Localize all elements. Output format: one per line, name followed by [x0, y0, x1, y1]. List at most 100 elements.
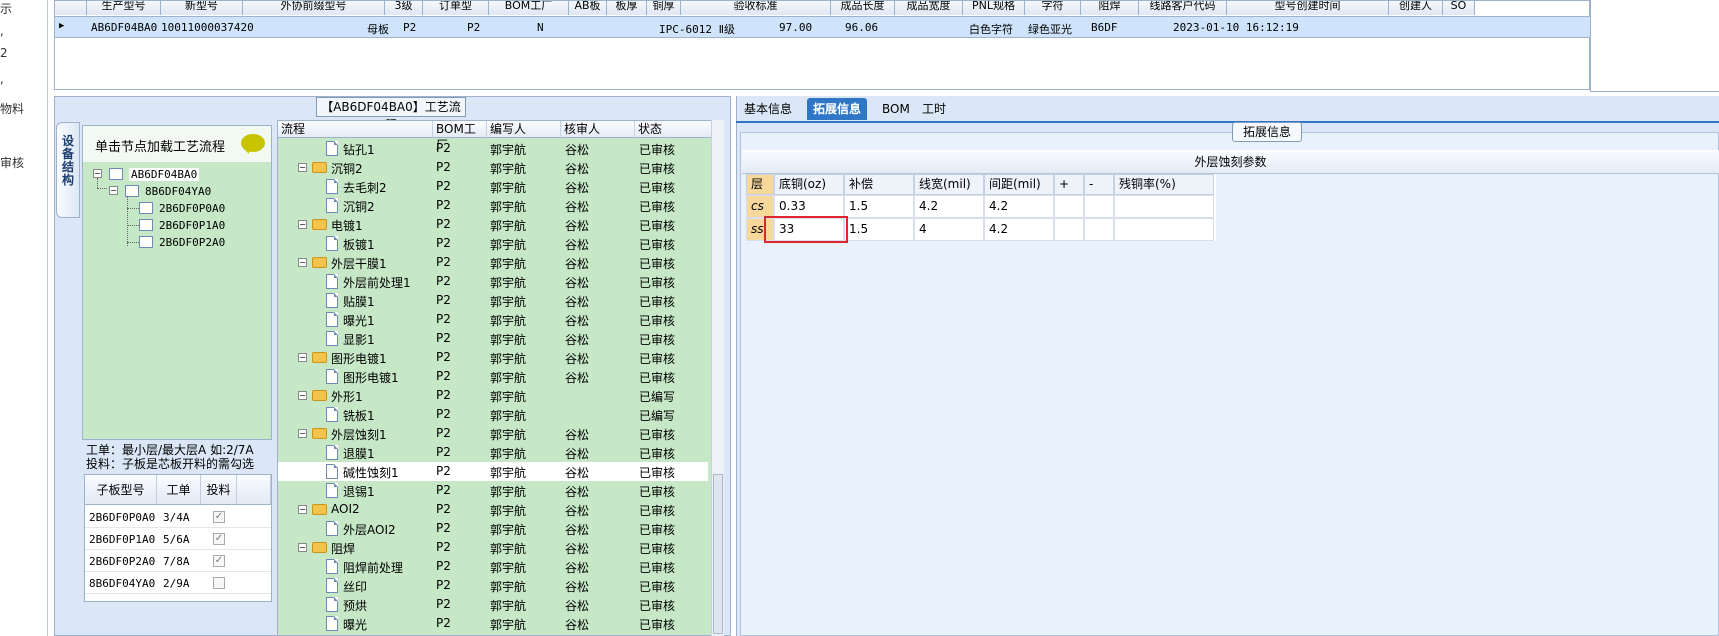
- flow-row[interactable]: − 外层蚀刻1 P2 郭宇航 谷松 已审核: [278, 424, 708, 443]
- column-header[interactable]: 核审人: [561, 121, 635, 138]
- etch-cell[interactable]: 4.2: [984, 195, 1054, 218]
- flow-row[interactable]: 曝光1 P2 郭宇航 谷松 已审核: [278, 310, 708, 329]
- collapse-icon[interactable]: −: [93, 169, 102, 178]
- etch-cell[interactable]: [1114, 218, 1214, 241]
- collapse-icon[interactable]: −: [298, 220, 307, 229]
- column-header[interactable]: 子板型号: [85, 475, 157, 505]
- etch-cell[interactable]: 4: [914, 218, 984, 241]
- left-nav-item[interactable]: 物料: [0, 100, 24, 117]
- tree-node[interactable]: 2B6DF0P1A0: [159, 219, 225, 232]
- grid-cell[interactable]: IPC-6012 Ⅱ级: [659, 21, 735, 37]
- grid-cell[interactable]: B6DF: [1091, 21, 1118, 34]
- collapse-icon[interactable]: −: [298, 353, 307, 362]
- table-cell[interactable]: 8B6DF04YA0: [89, 577, 155, 590]
- etch-cell[interactable]: [1114, 195, 1214, 218]
- grid-cell[interactable]: N: [537, 21, 544, 34]
- grid-cell[interactable]: 母板: [367, 21, 389, 37]
- column-header[interactable]: 间距(mil): [984, 174, 1054, 195]
- flow-row[interactable]: 铣板1 P2 郭宇航 已编写: [278, 405, 708, 424]
- grid-cell[interactable]: 96.06: [845, 21, 878, 34]
- tab-bom[interactable]: BOM: [876, 98, 916, 120]
- flow-row[interactable]: 板镀1 P2 郭宇航 谷松 已审核: [278, 234, 708, 253]
- etch-cell[interactable]: 4.2: [984, 218, 1054, 241]
- flow-row[interactable]: 图形电镀1 P2 郭宇航 谷松 已审核: [278, 367, 708, 386]
- table-row[interactable]: ▶ AB6DF04BA0 10011000037420 母板 P2 P2 N I…: [55, 16, 1591, 38]
- column-header[interactable]: 残铜率(%): [1114, 174, 1214, 195]
- flow-row[interactable]: 丝印 P2 郭宇航 谷松 已审核: [278, 576, 708, 595]
- flow-row[interactable]: 预烘 P2 郭宇航 谷松 已审核: [278, 595, 708, 614]
- flow-row[interactable]: 外层前处理1 P2 郭宇航 谷松 已审核: [278, 272, 708, 291]
- left-nav-item[interactable]: ,: [0, 72, 4, 86]
- checkbox[interactable]: ✓: [213, 555, 225, 567]
- grid-cell[interactable]: 白色字符: [969, 21, 1013, 37]
- tab-work-hours[interactable]: 工时: [916, 98, 952, 120]
- flow-row[interactable]: − 电镀1 P2 郭宇航 谷松 已审核: [278, 215, 708, 234]
- grid-header[interactable]: 型号创建时间: [1227, 1, 1389, 15]
- table-row[interactable]: 8B6DF04YA0 2/9A: [85, 572, 271, 594]
- etch-cell[interactable]: 1.5: [844, 195, 914, 218]
- table-cell[interactable]: 2/9A: [163, 577, 190, 590]
- grid-header[interactable]: BOM工厂: [489, 1, 569, 15]
- column-header[interactable]: 状态: [635, 121, 716, 138]
- tab-basic-info[interactable]: 基本信息: [738, 98, 798, 120]
- table-row[interactable]: 2B6DF0P2A0 7/8A ✓: [85, 550, 271, 572]
- flow-row[interactable]: 退锡1 P2 郭宇航 谷松 已审核: [278, 481, 708, 500]
- column-header[interactable]: 补偿: [844, 174, 914, 195]
- grid-header[interactable]: 成品宽度: [895, 1, 963, 15]
- grid-cell[interactable]: 97.00: [779, 21, 812, 34]
- grid-header[interactable]: 成品长度: [831, 1, 895, 15]
- grid-header[interactable]: PNL规格: [963, 1, 1025, 15]
- flow-row[interactable]: − 阻焊 P2 郭宇航 谷松 已审核: [278, 538, 708, 557]
- checkbox[interactable]: ✓: [213, 511, 225, 523]
- table-cell[interactable]: 7/8A: [163, 555, 190, 568]
- grid-header[interactable]: 板厚: [607, 1, 647, 15]
- column-header[interactable]: 底铜(oz): [774, 174, 844, 195]
- vertical-tab[interactable]: 设备结构: [56, 122, 80, 218]
- grid-header[interactable]: 阻焊: [1081, 1, 1139, 15]
- flow-row[interactable]: 碱性蚀刻1 P2 郭宇航 谷松 已审核: [278, 462, 708, 481]
- grid-cell[interactable]: 绿色亚光: [1028, 21, 1072, 37]
- table-row[interactable]: 2B6DF0P1A0 5/6A ✓: [85, 528, 271, 550]
- extended-info-button[interactable]: 拓展信息: [1232, 122, 1302, 142]
- grid-header[interactable]: AB板: [569, 1, 607, 15]
- grid-header[interactable]: 验收标准: [681, 1, 831, 15]
- left-nav-item[interactable]: ,: [0, 24, 4, 38]
- etch-cell[interactable]: 1.5: [844, 218, 914, 241]
- column-header[interactable]: 投料: [201, 475, 237, 505]
- grid-header[interactable]: 生产型号: [87, 1, 161, 15]
- tree-node[interactable]: 2B6DF0P0A0: [159, 202, 225, 215]
- grid-cell[interactable]: P2: [467, 21, 480, 34]
- flow-row[interactable]: 外层AOI2 P2 郭宇航 谷松 已审核: [278, 519, 708, 538]
- collapse-icon[interactable]: −: [298, 505, 307, 514]
- vertical-scrollbar[interactable]: [711, 120, 724, 636]
- flow-row[interactable]: 贴膜1 P2 郭宇航 谷松 已审核: [278, 291, 708, 310]
- tab-extended-info[interactable]: 拓展信息: [807, 98, 868, 120]
- left-nav-item[interactable]: 2: [0, 46, 8, 60]
- grid-cell[interactable]: 2023-01-10 16:12:19: [1173, 21, 1299, 34]
- table-cell[interactable]: 2B6DF0P1A0: [89, 533, 155, 546]
- collapse-icon[interactable]: −: [298, 391, 307, 400]
- column-header[interactable]: 编写人: [487, 121, 561, 138]
- column-header[interactable]: 线宽(mil): [914, 174, 984, 195]
- flow-row[interactable]: 阻焊前处理 P2 郭宇航 谷松 已审核: [278, 557, 708, 576]
- etch-cell[interactable]: [1084, 195, 1114, 218]
- column-header[interactable]: 层: [746, 174, 774, 195]
- left-nav-item[interactable]: 示: [0, 0, 12, 17]
- column-header[interactable]: 工单: [157, 475, 201, 505]
- column-header[interactable]: -: [1084, 174, 1114, 195]
- flow-row[interactable]: 去毛刺2 P2 郭宇航 谷松 已审核: [278, 177, 708, 196]
- grid-header[interactable]: 新型号: [161, 1, 243, 15]
- grid-header[interactable]: 3级: [385, 1, 423, 15]
- tree-node[interactable]: 8B6DF04YA0: [145, 185, 211, 198]
- table-cell[interactable]: 3/4A: [163, 511, 190, 524]
- grid-header[interactable]: 字符: [1025, 1, 1081, 15]
- table-row[interactable]: 2B6DF0P0A0 3/4A ✓: [85, 506, 271, 528]
- etch-cell[interactable]: [1054, 195, 1084, 218]
- table-cell[interactable]: 2B6DF0P2A0: [89, 555, 155, 568]
- collapse-icon[interactable]: −: [298, 543, 307, 552]
- scroll-thumb[interactable]: [713, 474, 723, 634]
- grid-header[interactable]: 订单型: [423, 1, 489, 15]
- etch-cell[interactable]: 4.2: [914, 195, 984, 218]
- grid-header[interactable]: 创建人: [1389, 1, 1443, 15]
- grid-cell[interactable]: P2: [403, 21, 416, 34]
